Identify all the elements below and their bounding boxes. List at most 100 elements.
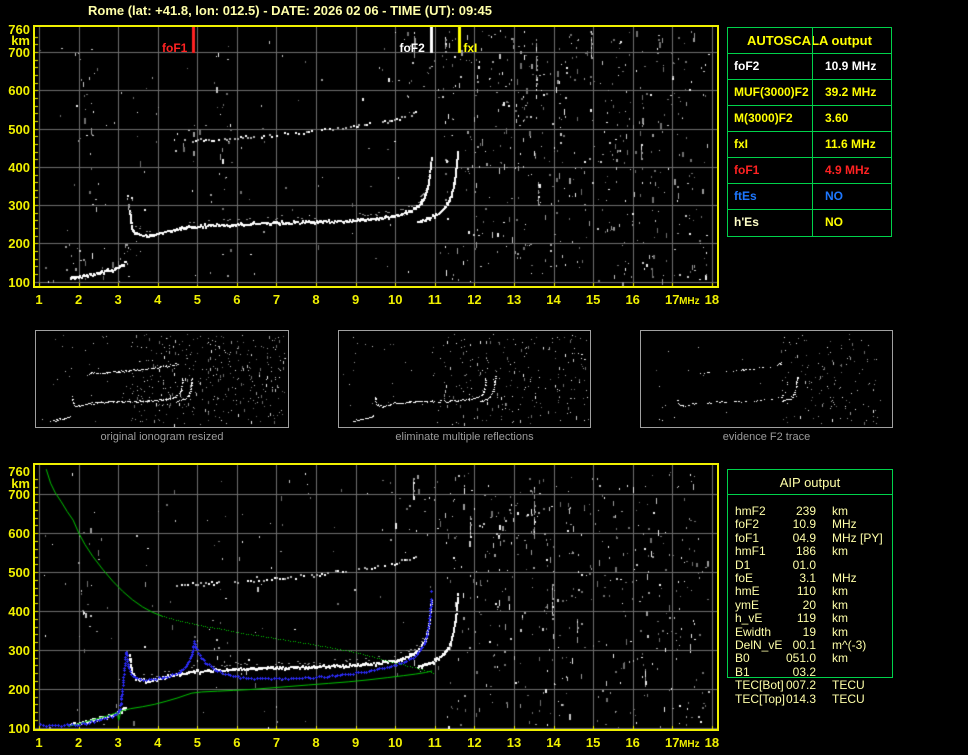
row-label: hmE (735, 584, 760, 599)
aip-row: hmE 110 km (728, 584, 892, 599)
x-axis-tick: 1 (35, 735, 43, 750)
page-title: Rome (lat: +41.8, lon: 012.5) - DATE: 20… (88, 3, 492, 18)
x-axis-tick: 6 (233, 735, 241, 750)
y-axis-tick: 500 (8, 121, 30, 137)
row-label: B0 (735, 651, 750, 666)
row-unit: km (832, 584, 848, 599)
thumbnail-original-ionogram (35, 330, 289, 428)
row-value: 186 (795, 544, 816, 559)
table-row: h'Es NO (728, 210, 891, 236)
row-label: h_vE (735, 611, 763, 626)
ionogram-canvas-top (35, 27, 717, 286)
row-unit: TECU (832, 691, 865, 706)
row-value: 007.2 (785, 678, 816, 693)
x-axis-tick: 18 (704, 735, 720, 750)
aip-row: DelN_vE 00.1 m^(-3) (728, 638, 892, 652)
autoscala-screen: { "title": "Rome (lat: +41.8, lon: 012.5… (0, 0, 968, 755)
y-axis-tick: 100 (8, 274, 30, 290)
x-axis-tick: 9 (352, 735, 360, 750)
row-label: foF1 (734, 163, 760, 177)
x-axis-tick: 4 (154, 735, 162, 750)
x-axis-tick: 16 (625, 735, 640, 750)
thumbnail-evidence-f2 (640, 330, 893, 428)
row-value: 051.0 (785, 651, 816, 666)
row-value: 11.6 MHz (825, 137, 876, 151)
y-axis-tick: 300 (8, 642, 30, 658)
x-axis-tick: 3 (114, 735, 122, 750)
row-value: 10.9 MHz (825, 59, 877, 73)
x-axis-tick: 4 (154, 292, 162, 307)
header-divider (728, 494, 892, 495)
marker-label-fxI: fxI (463, 41, 478, 55)
x-axis-tick: 18 (704, 292, 720, 307)
row-value: 19 (802, 624, 816, 639)
row-note: [PY] (860, 530, 883, 545)
x-axis-unit-label: MHz (679, 739, 700, 750)
aip-row: foF2 10.9 MHz (728, 517, 892, 532)
aip-row: hmF2 239 km (728, 504, 892, 518)
row-value: 014.3 (785, 691, 816, 706)
y-axis-tick: 600 (8, 83, 30, 99)
table-row: foF2 10.9 MHz (728, 54, 891, 80)
x-axis-tick: 13 (506, 735, 522, 750)
row-value: 3.60 (825, 111, 849, 125)
x-axis-tick: 2 (74, 292, 83, 307)
x-axis-tick: 14 (546, 735, 561, 750)
row-value: 01.0 (792, 557, 816, 572)
row-label: ftEs (734, 189, 757, 203)
row-value: 4.9 MHz (825, 163, 870, 177)
row-label: fxI (734, 137, 749, 151)
y-axis-unit-label: km (11, 475, 30, 491)
aip-row: foF1 04.9 MHz [PY] (728, 530, 892, 545)
y-axis-unit-label: km (11, 33, 30, 49)
x-axis-tick: 1 (35, 292, 43, 307)
thumbnail-canvas (641, 331, 892, 427)
x-axis-tick: 9 (352, 292, 360, 307)
x-axis-tick: 8 (312, 735, 320, 750)
aip-row: B0 051.0 km (728, 651, 892, 666)
row-unit: km (832, 544, 848, 559)
row-value: 39.2 MHz (825, 85, 877, 99)
ionogram-canvas-bottom (35, 465, 717, 729)
thumbnail-caption: eliminate multiple reflections (395, 431, 534, 443)
ionogram-plot-bottom (33, 463, 719, 731)
row-value: 119 (796, 611, 816, 626)
thumbnail-canvas (339, 331, 590, 427)
row-unit: TECU (832, 678, 865, 693)
row-unit: km (832, 651, 848, 666)
x-axis-tick: 10 (387, 735, 403, 750)
row-unit: MHz (832, 571, 857, 585)
aip-row: B1 03.2 (728, 665, 892, 679)
x-axis-tick: 13 (506, 292, 522, 307)
x-axis-tick: 3 (114, 292, 122, 307)
thumbnail-eliminate-reflections (338, 330, 591, 428)
x-axis-tick: 16 (625, 292, 640, 307)
row-label: foE (735, 571, 754, 585)
row-value: 3.1 (799, 571, 816, 585)
row-unit: MHz (832, 517, 857, 532)
row-label: M(3000)F2 (734, 111, 793, 125)
row-value: 10.9 (792, 517, 816, 532)
row-unit: km (832, 611, 848, 626)
x-axis-tick: 7 (272, 735, 281, 750)
x-axis-tick: 12 (467, 735, 482, 750)
row-label: foF2 (734, 59, 760, 73)
x-axis-tick: 8 (312, 292, 320, 307)
row-value: 00.1 (792, 638, 816, 652)
row-label: hmF2 (735, 504, 766, 518)
row-value: 20 (802, 597, 816, 612)
row-label: h'Es (734, 215, 759, 229)
row-label: MUF(3000)F2 (734, 85, 809, 99)
x-axis-tick: 14 (546, 292, 561, 307)
row-value: NO (825, 189, 843, 203)
x-axis-tick: 5 (193, 292, 201, 307)
aip-row: Ewidth 19 km (728, 624, 892, 639)
aip-row: hmF1 186 km (728, 544, 892, 559)
y-axis-tick: 500 (8, 565, 30, 581)
x-axis-unit-label: MHz (679, 296, 700, 307)
row-unit: MHz (832, 530, 857, 545)
x-axis-tick: 12 (467, 292, 482, 307)
thumbnail-caption: original ionogram resized (100, 431, 224, 443)
table-row: MUF(3000)F2 39.2 MHz (728, 80, 891, 106)
marker-label-foF1: foF1 (162, 41, 188, 55)
